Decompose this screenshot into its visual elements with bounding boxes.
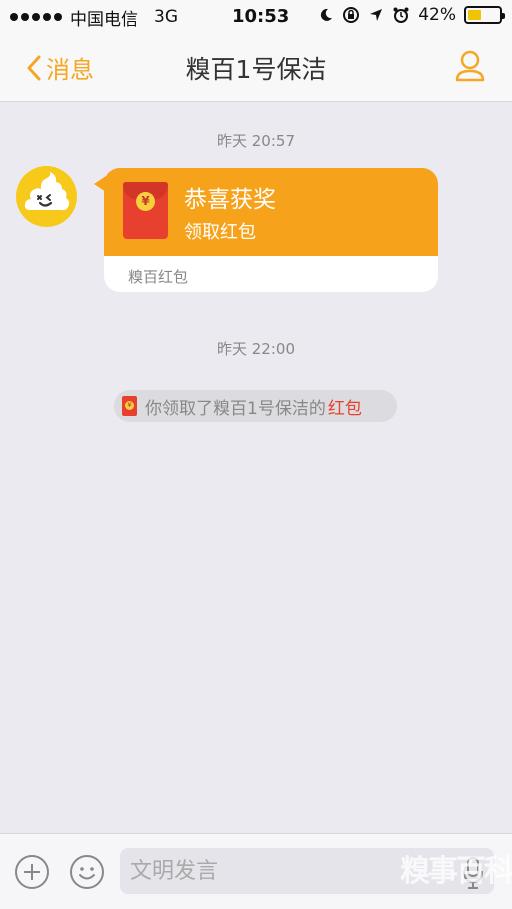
rotation-lock-icon	[343, 7, 360, 23]
profile-button[interactable]	[454, 49, 486, 87]
battery-icon	[464, 6, 505, 24]
red-packet-card: ¥ 恭喜获奖 领取红包	[104, 168, 438, 256]
poop-mascot-icon	[24, 172, 70, 211]
red-packet-footer: 糗百红包	[104, 256, 438, 292]
message-timestamp: 昨天 20:57	[217, 132, 295, 150]
red-packet-title: 恭喜获奖	[184, 187, 276, 213]
navigation-bar: 糗百1号保洁 消息	[0, 34, 512, 102]
status-indicators: 42%	[318, 5, 505, 25]
back-label: 消息	[46, 56, 94, 84]
signal-strength-icon	[10, 13, 62, 21]
user-icon	[455, 50, 485, 82]
red-packet-message[interactable]: ¥ 恭喜获奖 领取红包 糗百红包	[94, 168, 438, 292]
avatar[interactable]	[16, 166, 77, 227]
moon-icon	[321, 8, 333, 21]
red-envelope-icon: ¥	[122, 396, 137, 416]
smiley-icon	[70, 855, 104, 889]
plus-icon	[15, 855, 49, 889]
status-bar: 中国电信 3G 10:53 42%	[0, 0, 512, 34]
network-type: 3G	[154, 7, 178, 27]
back-button[interactable]: 消息	[26, 50, 94, 85]
location-arrow-icon	[370, 9, 383, 21]
watermark: 糗事百科	[400, 854, 512, 889]
status-time: 10:53	[232, 6, 290, 27]
red-packet-link[interactable]: 红包	[328, 394, 362, 419]
alarm-icon	[393, 7, 409, 23]
message-timestamp: 昨天 22:00	[217, 340, 295, 358]
add-button[interactable]	[14, 854, 50, 894]
system-notice: ¥ 你领取了糗百1号保洁的 红包	[114, 390, 397, 422]
chevron-left-icon	[27, 55, 41, 80]
red-envelope-icon: ¥	[123, 182, 168, 239]
carrier-label: 中国电信	[70, 9, 138, 30]
red-packet-subtitle: 领取红包	[184, 222, 256, 243]
emoji-button[interactable]	[69, 854, 105, 894]
battery-percent: 42%	[418, 5, 456, 25]
notice-text: 你领取了糗百1号保洁的	[145, 398, 326, 419]
battery-level	[468, 10, 481, 20]
